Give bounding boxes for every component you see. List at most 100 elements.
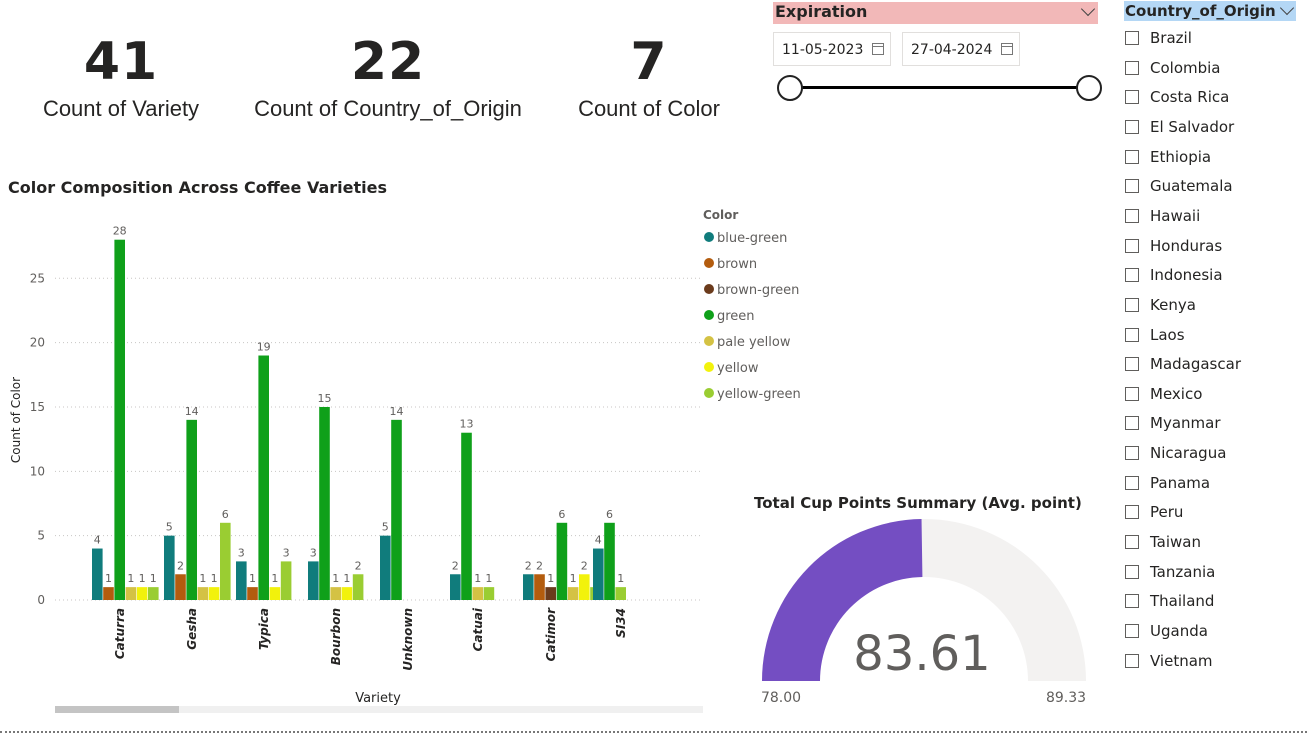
country-option-el-salvador[interactable]: El Salvador [1125,116,1234,138]
kpi-label-color: Count of Color [578,96,720,121]
checkbox[interactable] [1125,119,1139,134]
date-range-start-handle[interactable] [777,75,803,101]
legend-item-pale-yellow: pale yellow [717,335,791,350]
x-axis-label: Variety [355,691,401,706]
bar-yellow-green [352,574,364,600]
country-option-label: Vietnam [1150,651,1213,670]
checkbox[interactable] [1125,327,1139,342]
kpi-card-color: 7 Count of Color [570,30,728,122]
checkbox[interactable] [1125,179,1139,194]
country-option-laos[interactable]: Laos [1125,324,1185,346]
bar-green [461,432,472,600]
country-option-taiwan[interactable]: Taiwan [1125,531,1201,553]
end-date-input[interactable]: 27-04-2024 [902,32,1020,66]
bar-green [114,239,125,600]
legend-item-yellow: yellow [717,361,759,376]
expiration-slicer-title: Expiration [775,2,868,21]
data-label: 14 [390,405,404,418]
country-option-guatemala[interactable]: Guatemala [1125,175,1233,197]
end-date-value: 27-04-2024 [911,42,993,58]
checkbox[interactable] [1125,149,1139,164]
data-label: 1 [332,572,339,585]
checkbox[interactable] [1125,238,1139,253]
country-option-ethiopia[interactable]: Ethiopia [1125,146,1211,168]
country-option-honduras[interactable]: Honduras [1125,235,1222,257]
checkbox[interactable] [1125,386,1139,401]
data-label: 1 [105,572,112,585]
country-option-tanzania[interactable]: Tanzania [1125,561,1215,583]
country-option-nicaragua[interactable]: Nicaragua [1125,442,1226,464]
checkbox[interactable] [1125,564,1139,579]
country-option-label: Hawaii [1150,206,1201,225]
y-tick-label: 5 [37,529,45,543]
bar-yellow [136,587,148,600]
calendar-icon[interactable] [1001,43,1013,55]
country-option-uganda[interactable]: Uganda [1125,620,1208,642]
checkbox[interactable] [1125,446,1139,461]
kpi-label-variety: Count of Variety [42,96,200,121]
checkbox[interactable] [1125,90,1139,105]
expiration-slicer-header[interactable]: Expiration [773,2,1098,24]
country-option-indonesia[interactable]: Indonesia [1125,264,1223,286]
country-option-vietnam[interactable]: Vietnam [1125,650,1213,672]
checkbox[interactable] [1125,357,1139,372]
country-option-brazil[interactable]: Brazil [1125,27,1192,49]
x-tick-label: SI34 [614,608,628,638]
data-label: 2 [452,559,459,572]
gauge-chart: 83.61 78.00 89.33 [761,519,1086,706]
data-label: 15 [318,392,332,405]
data-label: 5 [382,521,389,534]
country-option-label: Madagascar [1150,355,1241,374]
country-option-label: Guatemala [1150,177,1233,196]
bar-green [186,419,197,600]
bar-brown [175,574,186,600]
country-option-colombia[interactable]: Colombia [1125,57,1221,79]
checkbox[interactable] [1125,475,1139,490]
bar-blue-green [523,574,534,600]
country-option-label: Peru [1150,503,1184,522]
data-label: 1 [199,572,206,585]
y-tick-label: 25 [30,271,45,285]
data-label: 1 [343,572,350,585]
checkbox[interactable] [1125,31,1139,45]
checkbox[interactable] [1125,208,1139,223]
country-option-kenya[interactable]: Kenya [1125,294,1196,316]
date-range-end-handle[interactable] [1076,75,1102,101]
bar-yellow-green [483,587,495,600]
country-option-thailand[interactable]: Thailand [1125,590,1214,612]
checkbox[interactable] [1125,416,1139,431]
kpi-card-country: 22 Count of Country_of_Origin [248,30,528,122]
start-date-input[interactable]: 11-05-2023 [773,32,891,66]
legend-item-yellow-green: yellow-green [717,387,800,402]
legend-marker [704,310,714,320]
y-tick-label: 0 [37,593,45,607]
bar-yellow-green [220,522,231,600]
data-label: 2 [581,559,588,572]
country-option-panama[interactable]: Panama [1125,472,1210,494]
calendar-icon[interactable] [872,43,884,55]
scrollbar-thumb[interactable] [55,706,179,713]
country-option-myanmar[interactable]: Myanmar [1125,412,1221,434]
legend-item-brown: brown [717,257,757,272]
checkbox[interactable] [1125,624,1139,638]
country-option-mexico[interactable]: Mexico [1125,383,1202,405]
checkbox[interactable] [1125,535,1139,550]
checkbox[interactable] [1125,505,1139,520]
checkbox[interactable] [1125,268,1139,283]
checkbox[interactable] [1125,60,1139,75]
date-range-track[interactable] [789,86,1090,89]
checkbox[interactable] [1125,653,1139,668]
checkbox[interactable] [1125,297,1139,312]
country-option-peru[interactable]: Peru [1125,501,1183,523]
x-tick-label: Gesha [185,608,199,650]
checkbox[interactable] [1125,594,1139,609]
x-tick-label: Typica [257,608,271,650]
country-slicer-header[interactable]: Country_of_Origin [1124,1,1296,21]
x-tick-label: Catimor [544,607,558,662]
data-label: 2 [177,559,184,572]
data-label: 19 [257,341,271,354]
country-option-madagascar[interactable]: Madagascar [1125,353,1241,375]
country-option-hawaii[interactable]: Hawaii [1125,205,1200,227]
data-label: 1 [617,572,624,585]
country-option-costa-rica[interactable]: Costa Rica [1125,86,1229,108]
